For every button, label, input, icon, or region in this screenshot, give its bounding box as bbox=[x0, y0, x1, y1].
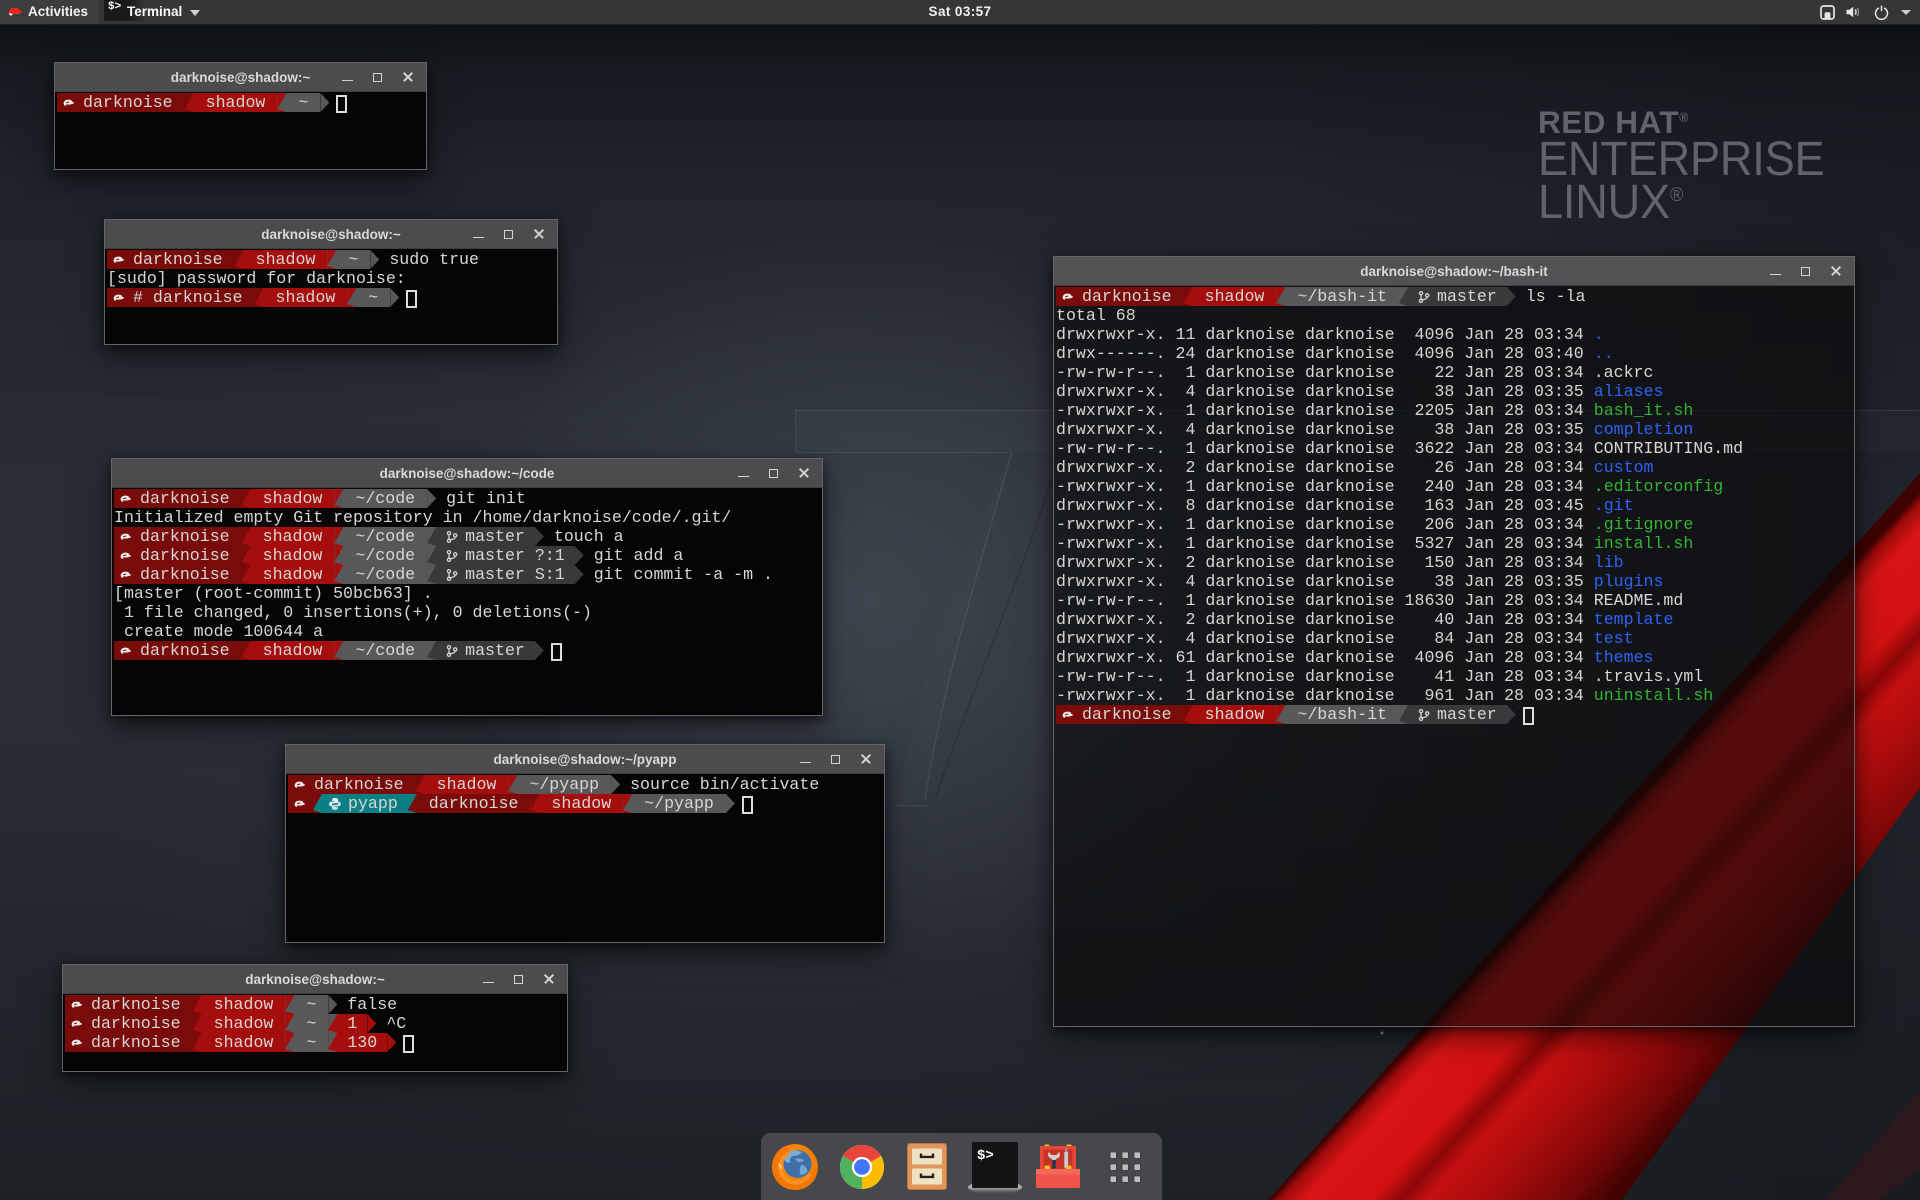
svg-text:$>: $> bbox=[977, 1148, 994, 1164]
